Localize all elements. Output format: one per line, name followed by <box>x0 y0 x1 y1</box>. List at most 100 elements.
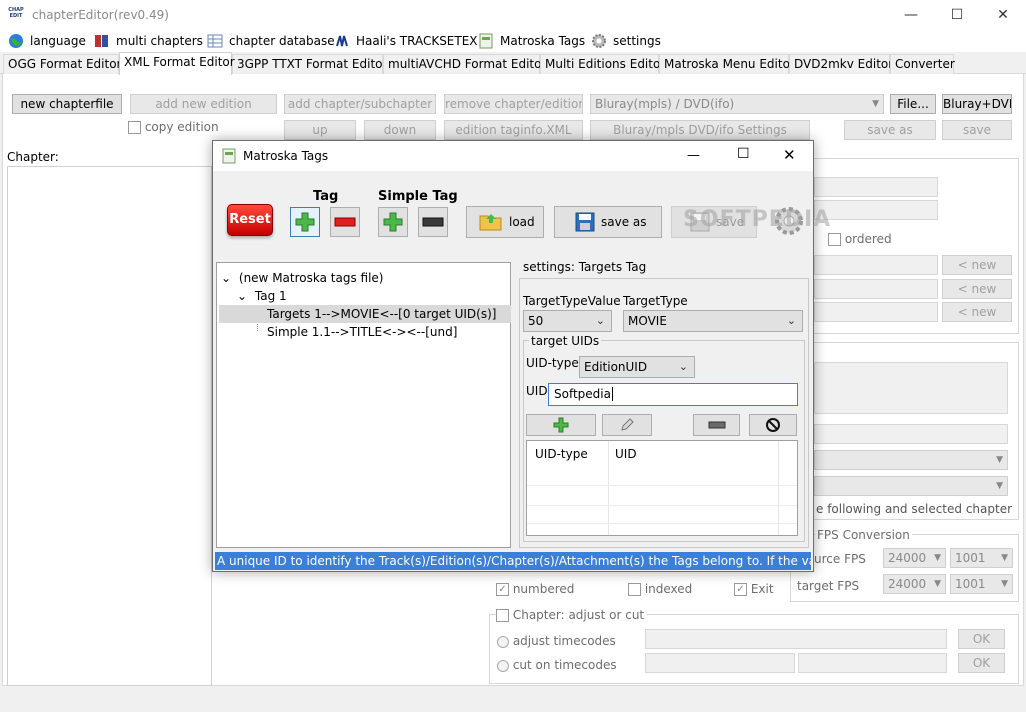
load-button[interactable]: load <box>466 206 544 238</box>
save-button[interactable]: save <box>942 120 1012 140</box>
tab-3gpp[interactable]: 3GPP TTXT Format Editor <box>232 54 387 74</box>
remove-tag-button[interactable] <box>330 207 360 237</box>
chapter-tree[interactable] <box>7 166 212 686</box>
source-combo[interactable]: Bluray(mpls) / DVD(ifo) ▼ <box>590 94 884 114</box>
tree-node-root[interactable]: ⌄ (new Matroska tags file) <box>221 269 383 287</box>
cut-timecodes-radio[interactable]: cut on timecodes <box>497 658 617 672</box>
ordered-checkbox[interactable]: ordered <box>828 232 892 246</box>
tab-ogg[interactable]: OGG Format Editor <box>3 54 121 74</box>
tree-node-simple[interactable]: Simple 1.1-->TITLE<-><--[und] <box>267 323 457 341</box>
dialog-title-bar: Matroska Tags — ☐ ✕ <box>213 141 813 171</box>
target-type-value-select[interactable]: 50 ⌄ <box>523 310 612 332</box>
dialog-maximize-button[interactable]: ☐ <box>737 146 750 162</box>
add-chapter-button[interactable]: add chapter/subchapter <box>284 94 436 114</box>
adjust-cut-check[interactable] <box>496 609 509 622</box>
tab-converter[interactable]: Converter <box>890 54 955 74</box>
tags-tree[interactable]: ⌄ (new Matroska tags file) ⌄ Tag 1 Targe… <box>216 262 511 548</box>
uid-type-select[interactable]: EditionUID ⌄ <box>579 356 695 378</box>
uid-field-2[interactable] <box>814 279 938 299</box>
tree-node-targets[interactable]: Targets 1-->MOVIE<--[0 target UID(s)] <box>219 305 511 323</box>
adjust-cut-checkbox[interactable]: Chapter: adjust or cut <box>496 608 648 622</box>
uid-field-1[interactable] <box>814 255 938 275</box>
uid-table[interactable]: UID-type UID <box>526 440 798 536</box>
chapter-combo-2[interactable]: ▼ <box>814 476 1008 496</box>
up-button[interactable]: up <box>284 120 356 140</box>
dialog-minimize-button[interactable]: — <box>687 148 700 163</box>
expand-chevron-icon[interactable]: ⌄ <box>221 271 231 285</box>
tree-node-targets-label: Targets 1-->MOVIE<--[0 target UID(s)] <box>267 307 497 321</box>
tag-label: Tag <box>313 189 339 204</box>
tab-multi-editions[interactable]: Multi Editions Editor <box>540 54 665 74</box>
remove-chapter-button[interactable]: remove chapter/edition <box>444 94 583 114</box>
target-type-select[interactable]: MOVIE ⌄ <box>623 310 803 332</box>
chapter-combo-1[interactable]: ▼ <box>814 450 1008 470</box>
new-button-2[interactable]: < new <box>942 279 1012 299</box>
expand-chevron-icon[interactable]: ⌄ <box>237 289 247 303</box>
menu-matroska-tags[interactable]: Matroska Tags <box>478 32 585 50</box>
tab-dvd2mkv[interactable]: DVD2mkv Editor <box>789 54 893 74</box>
cut-end-field[interactable] <box>798 653 947 673</box>
new-chapterfile-button[interactable]: new chapterfile <box>12 94 122 114</box>
source-fps-num[interactable]: 24000 ▼ <box>883 548 946 568</box>
copy-edition-label: copy edition <box>144 120 219 134</box>
clear-uids-button[interactable] <box>749 414 797 436</box>
reset-button[interactable]: Reset <box>227 204 273 236</box>
copy-edition-check[interactable] <box>128 121 141 134</box>
new-button-1[interactable]: < new <box>942 255 1012 275</box>
maximize-button[interactable]: ☐ <box>934 0 980 30</box>
menu-language[interactable]: language <box>8 32 86 50</box>
add-uid-button[interactable] <box>526 414 596 436</box>
indexed-check[interactable] <box>628 583 641 596</box>
menu-chapter-database[interactable]: chapter database <box>207 32 335 50</box>
menu-multi-chapters[interactable]: multi chapters <box>94 32 203 50</box>
bluray-dvd-button[interactable]: Bluray+DVD <box>942 94 1012 114</box>
bluray-settings-button[interactable]: Bluray/mpls DVD/ifo Settings <box>590 120 810 140</box>
edition-field-1[interactable] <box>814 177 938 197</box>
exit-check[interactable] <box>734 583 747 596</box>
cut-timecodes-radio-dot[interactable] <box>497 659 509 672</box>
uid-input[interactable]: Softpedia <box>548 383 798 406</box>
chapter-field-2[interactable] <box>814 424 1008 444</box>
menu-settings[interactable]: settings <box>591 32 661 50</box>
add-tag-button[interactable] <box>290 207 320 237</box>
numbered-checkbox[interactable]: numbered <box>496 582 574 596</box>
down-button[interactable]: down <box>364 120 436 140</box>
file-button[interactable]: File... <box>890 94 936 114</box>
edit-uid-button[interactable] <box>602 414 652 436</box>
save-as-button[interactable]: save as <box>844 120 936 140</box>
close-button[interactable]: ✕ <box>980 0 1026 30</box>
cut-start-field[interactable] <box>645 653 795 673</box>
edition-field-2[interactable] <box>814 200 938 220</box>
numbered-check[interactable] <box>496 583 509 596</box>
exit-checkbox[interactable]: Exit <box>734 582 774 596</box>
chapter-name-field[interactable] <box>814 362 1008 414</box>
uid-field-3[interactable] <box>814 302 938 322</box>
tab-xml[interactable]: XML Format Editor <box>119 52 235 75</box>
remove-uid-button[interactable] <box>693 414 740 436</box>
target-fps-den[interactable]: 1001 ▼ <box>950 574 1013 594</box>
minimize-button[interactable]: — <box>888 0 934 30</box>
source-fps-den[interactable]: 1001 ▼ <box>950 548 1013 568</box>
tab-matroska-menu[interactable]: Matroska Menu Editor <box>659 54 795 74</box>
tags-icon <box>478 33 494 49</box>
adjust-ok-button[interactable]: OK <box>958 629 1005 649</box>
menu-tracksetex[interactable]: Haali's TRACKSETEX <box>334 32 478 50</box>
add-simple-tag-button[interactable] <box>378 207 408 237</box>
copy-edition-checkbox[interactable]: copy edition <box>128 120 219 134</box>
dialog-close-button[interactable]: ✕ <box>783 146 796 164</box>
ordered-check[interactable] <box>828 233 841 246</box>
cut-ok-button[interactable]: OK <box>958 653 1005 673</box>
indexed-checkbox[interactable]: indexed <box>628 582 692 596</box>
adjust-timecodes-field[interactable] <box>645 629 947 649</box>
tree-node-tag1[interactable]: ⌄ Tag 1 <box>237 287 287 305</box>
adjust-timecodes-radio-dot[interactable] <box>497 635 509 648</box>
target-fps-num[interactable]: 24000 ▼ <box>883 574 946 594</box>
edition-taginfo-button[interactable]: edition taginfo.XML <box>444 120 583 140</box>
add-new-edition-button[interactable]: add new edition <box>130 94 277 114</box>
tab-multiavchd[interactable]: multiAVCHD Format Editor <box>383 54 546 74</box>
remove-simple-tag-button[interactable] <box>418 207 448 237</box>
dialog-save-as-button[interactable]: save as <box>554 206 662 238</box>
floppy-icon <box>575 212 595 232</box>
adjust-timecodes-radio[interactable]: adjust timecodes <box>497 634 616 648</box>
new-button-3[interactable]: < new <box>942 302 1012 322</box>
